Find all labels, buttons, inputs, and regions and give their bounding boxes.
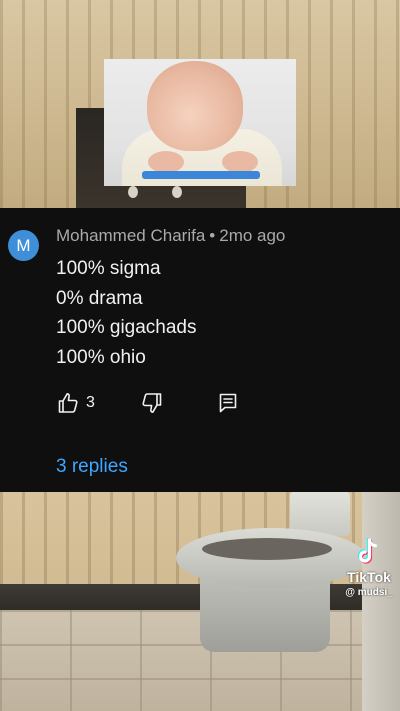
reply-button[interactable] — [216, 391, 240, 415]
like-count: 3 — [86, 394, 95, 411]
comment-author[interactable]: Mohammed Charifa — [56, 226, 205, 245]
baby-head — [147, 61, 243, 151]
reply-icon — [219, 393, 237, 413]
thumbs-down-icon — [142, 393, 162, 413]
tiktok-watermark: TikTok @ mudsi_ — [338, 538, 400, 598]
tiktok-brand: TikTok — [347, 569, 391, 585]
comment-line: 100% sigma — [56, 258, 161, 279]
baby-hand — [222, 151, 258, 173]
dislike-button[interactable] — [140, 391, 164, 415]
side-cabinet — [362, 492, 400, 711]
view-replies-link[interactable]: 3 replies — [56, 456, 128, 478]
avatar[interactable]: M — [8, 230, 39, 261]
comment-card: M Mohammed Charifa • 2mo ago 100% sigma 0%… — [0, 208, 400, 492]
comment-timestamp: 2mo ago — [219, 226, 286, 245]
comment-line: 100% gigachads — [56, 317, 197, 338]
panel-hole — [172, 186, 182, 198]
baby-phone — [142, 171, 260, 179]
bottom-background-scene — [0, 492, 400, 711]
comment-header: Mohammed Charifa • 2mo ago — [56, 226, 285, 246]
baby-photo — [104, 59, 296, 186]
thumbs-up-icon — [58, 393, 78, 413]
like-button[interactable]: 3 — [56, 391, 95, 415]
tiktok-handle: @ mudsi_ — [345, 587, 393, 598]
baby-hand — [148, 151, 184, 173]
comment-line: 0% drama — [56, 287, 143, 309]
panel-hole — [128, 186, 138, 198]
comment-body: 100% sigma 0% drama 100% gigachads 100% … — [56, 254, 386, 372]
tiktok-logo-icon — [357, 538, 377, 564]
top-background-scene — [0, 0, 400, 208]
header-separator: • — [209, 226, 216, 245]
comment-line: 100% ohio — [56, 346, 146, 368]
toilet-bowl-inside — [202, 538, 332, 560]
